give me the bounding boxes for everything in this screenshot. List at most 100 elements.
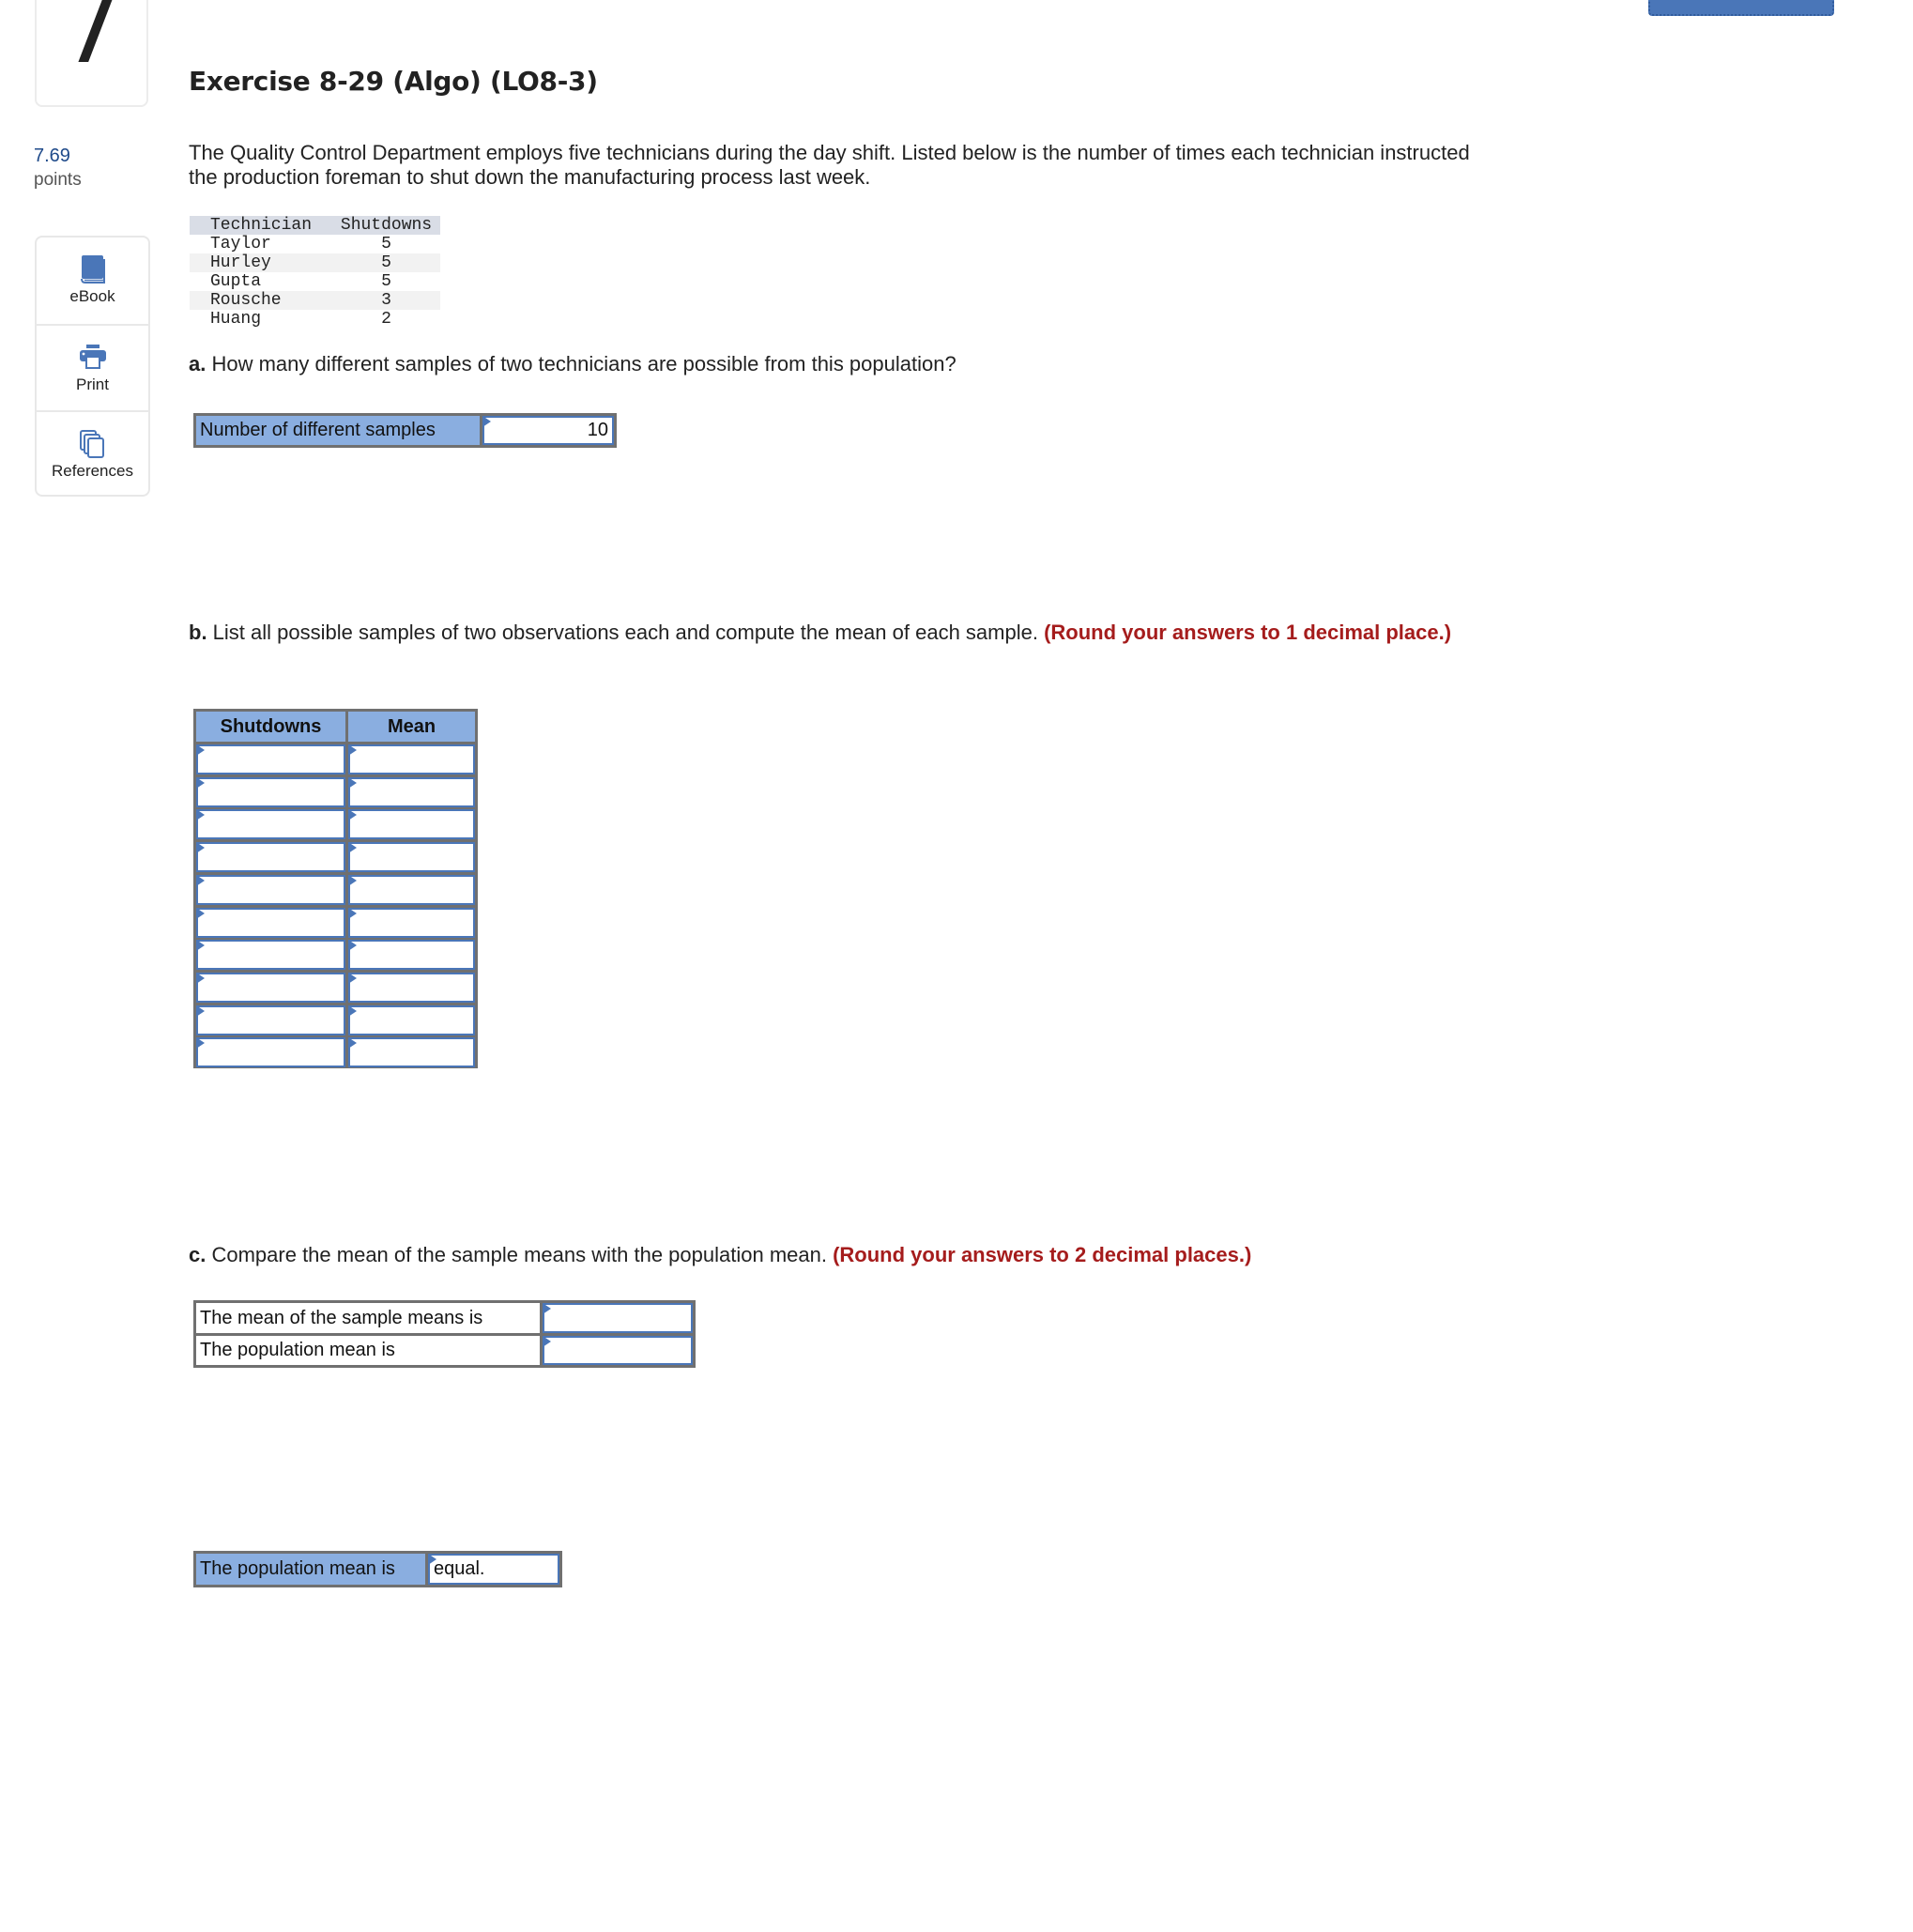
table-row: Hurley 5 [190, 253, 440, 272]
sidebar-item-print[interactable]: Print [37, 324, 148, 412]
technician-name: Gupta [210, 272, 262, 291]
conclusion-grid: The population mean is equal. [193, 1551, 562, 1587]
column-header-mean: Mean [348, 712, 475, 742]
top-action-button[interactable] [1648, 0, 1834, 16]
mean-cell [348, 940, 475, 970]
technician-name: Hurley [210, 253, 271, 272]
points-label: points [34, 170, 82, 190]
points-value: 7.69 [34, 146, 70, 166]
part-a-row-label: Number of different samples [196, 416, 480, 445]
mean-cell [348, 842, 475, 872]
shutdowns-input[interactable] [196, 908, 345, 938]
mean-cell [348, 1037, 475, 1067]
column-header-shutdowns: Shutdowns [196, 712, 345, 742]
mean-cell [348, 1005, 475, 1035]
shutdowns-input[interactable] [196, 1037, 345, 1067]
table-row: Huang 2 [190, 310, 440, 329]
shutdowns-cell [196, 1037, 345, 1067]
column-header: Shutdowns [340, 216, 433, 235]
conclusion-label: The population mean is [196, 1554, 425, 1585]
conclusion-dropdown[interactable]: equal. [428, 1554, 559, 1585]
printer-icon [78, 343, 108, 376]
number-of-samples-input[interactable] [482, 416, 614, 445]
shutdowns-cell [196, 1005, 345, 1035]
shutdowns-input[interactable] [196, 1005, 345, 1035]
part-b-question: b. List all possible samples of two obse… [189, 620, 1484, 646]
shutdowns-input[interactable] [196, 744, 345, 774]
mean-input[interactable] [348, 875, 475, 905]
table-header-row: Technician Shutdowns [190, 216, 440, 235]
shutdown-count: 2 [381, 310, 391, 329]
part-c-prefix: c. [189, 1243, 207, 1266]
table-row: Rousche 3 [190, 291, 440, 310]
shutdowns-cell [196, 842, 345, 872]
sample-means-mean-wrap [543, 1303, 693, 1333]
mean-cell [348, 973, 475, 1003]
mean-cell [348, 777, 475, 807]
shutdowns-cell [196, 777, 345, 807]
technician-table: Technician Shutdowns Taylor 5 Hurley 5 G… [190, 216, 440, 329]
table-row: Gupta 5 [190, 272, 440, 291]
shutdowns-cell [196, 940, 345, 970]
part-c-question: c. Compare the mean of the sample means … [189, 1242, 1484, 1268]
column-header: Technician [210, 216, 313, 235]
sidebar-item-label: Print [76, 376, 109, 393]
part-c-instruction: (Round your answers to 2 decimal places.… [833, 1243, 1252, 1266]
shutdowns-input[interactable] [196, 875, 345, 905]
book-icon [79, 254, 107, 289]
mean-cell [348, 809, 475, 839]
part-a-input-wrap [482, 416, 614, 445]
sidebar-item-references[interactable]: References [37, 410, 148, 498]
mean-cell [348, 744, 475, 774]
shutdowns-input[interactable] [196, 777, 345, 807]
population-mean-wrap [543, 1336, 693, 1365]
shutdown-count: 5 [381, 272, 391, 291]
table-row: Taylor 5 [190, 235, 440, 253]
population-mean-input[interactable] [543, 1336, 693, 1365]
population-mean-label: The population mean is [196, 1336, 540, 1365]
tools-sidebar: eBook Print References [35, 236, 150, 497]
part-a-text: How many different samples of two techni… [206, 352, 956, 376]
part-a-prefix: a. [189, 352, 207, 376]
question-number-box: 7 [35, 0, 148, 107]
copy-icon [79, 429, 107, 464]
sample-means-mean-label: The mean of the sample means is [196, 1303, 540, 1333]
shutdown-count: 5 [381, 253, 391, 272]
sidebar-item-label: References [52, 462, 133, 480]
mean-input[interactable] [348, 744, 475, 774]
part-b-prefix: b. [189, 621, 207, 644]
intro-paragraph: The Quality Control Department employs f… [189, 141, 1470, 189]
mean-input[interactable] [348, 908, 475, 938]
technician-name: Taylor [210, 235, 271, 253]
shutdowns-input[interactable] [196, 973, 345, 1003]
sidebar-item-label: eBook [69, 287, 115, 305]
mean-input[interactable] [348, 777, 475, 807]
sample-means-mean-input[interactable] [543, 1303, 693, 1333]
shutdown-count: 3 [381, 291, 391, 310]
shutdown-count: 5 [381, 235, 391, 253]
exercise-title: Exercise 8-29 (Algo) (LO8-3) [189, 66, 598, 97]
mean-cell [348, 908, 475, 938]
technician-name: Rousche [210, 291, 282, 310]
sidebar-item-ebook[interactable]: eBook [37, 238, 148, 324]
mean-input[interactable] [348, 940, 475, 970]
part-a-answer-grid: Number of different samples [193, 413, 617, 448]
technician-name: Huang [210, 310, 262, 329]
mean-input[interactable] [348, 1037, 475, 1067]
shutdowns-cell [196, 875, 345, 905]
question-number: 7 [60, 0, 123, 85]
mean-input[interactable] [348, 973, 475, 1003]
mean-input[interactable] [348, 809, 475, 839]
part-c-text: Compare the mean of the sample means wit… [206, 1243, 834, 1266]
conclusion-select-wrap: equal. [428, 1554, 559, 1585]
part-a-question: a. How many different samples of two tec… [189, 351, 956, 377]
mean-input[interactable] [348, 842, 475, 872]
shutdowns-cell [196, 973, 345, 1003]
shutdowns-input[interactable] [196, 809, 345, 839]
mean-input[interactable] [348, 1005, 475, 1035]
shutdowns-input[interactable] [196, 940, 345, 970]
shutdowns-input[interactable] [196, 842, 345, 872]
part-c-answer-grid: The mean of the sample means is The popu… [193, 1300, 696, 1368]
part-b-instruction: (Round your answers to 1 decimal place.) [1044, 621, 1452, 644]
shutdowns-cell [196, 744, 345, 774]
